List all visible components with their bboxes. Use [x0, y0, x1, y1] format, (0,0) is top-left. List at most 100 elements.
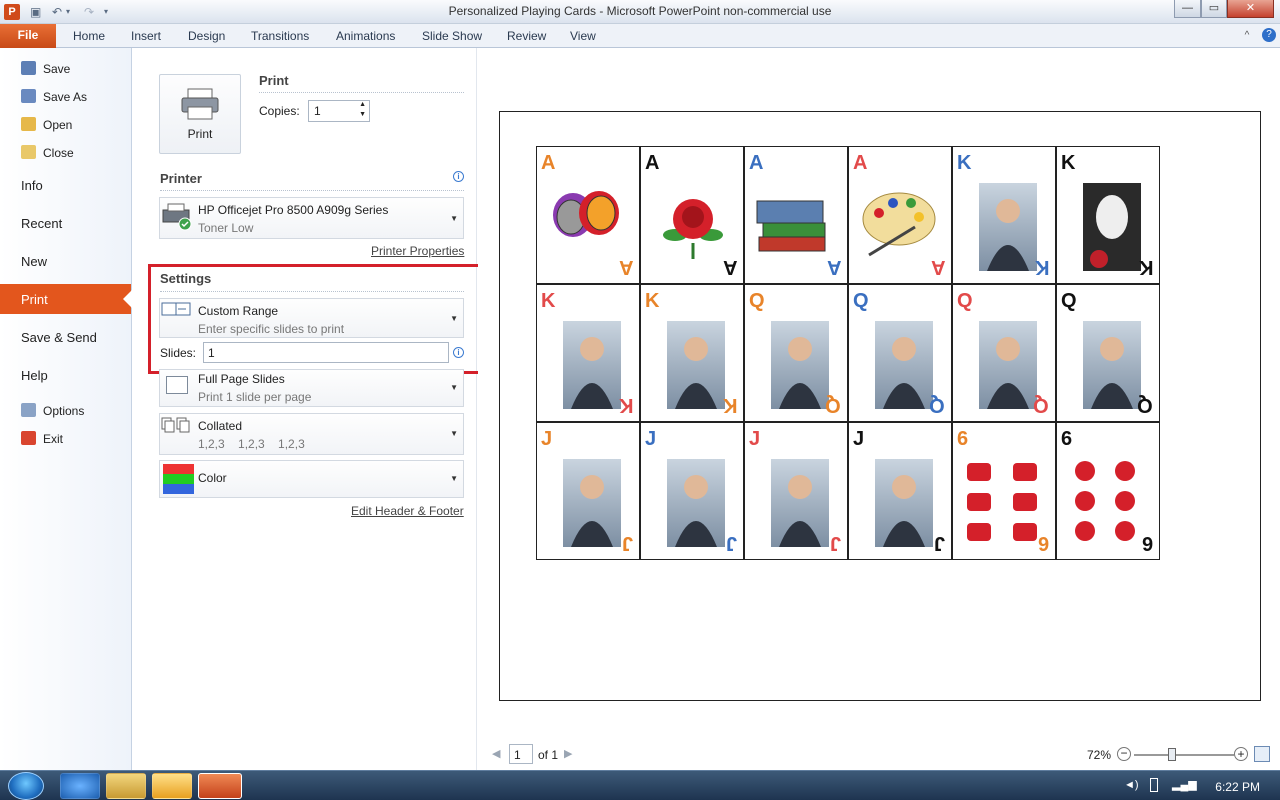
minimize-button[interactable]: — [1174, 0, 1201, 18]
tab-file[interactable]: File [0, 24, 56, 48]
file-explorer-icon[interactable] [106, 773, 146, 799]
internet-explorer-icon[interactable] [60, 773, 100, 799]
save-icon [21, 61, 36, 75]
printer-info-icon[interactable]: i [453, 171, 464, 182]
preview-status-bar: ◀ 1 of 1 ▶ 72% − + [478, 742, 1280, 768]
tab-slide-show[interactable]: Slide Show [422, 29, 482, 43]
slides-input[interactable]: 1 [203, 342, 449, 363]
playing-card: JJ [640, 422, 744, 560]
color-dropdown[interactable]: Color ▼ [159, 460, 464, 498]
copies-spinner[interactable]: 1 ▲ ▼ [308, 100, 370, 122]
powerpoint-taskbar-icon[interactable] [198, 773, 242, 799]
card-rank: 6 [1061, 428, 1073, 450]
playing-card: AA [848, 146, 952, 284]
range-title: Custom Range [198, 304, 279, 318]
zoom-slider[interactable] [1134, 748, 1234, 761]
printer-properties-link[interactable]: Printer Properties [371, 244, 464, 258]
slides-info-icon[interactable]: i [453, 347, 464, 358]
zoom-out-icon[interactable]: − [1117, 747, 1131, 761]
card-rank-inverted: Q [929, 394, 945, 416]
selected-arrow-icon [123, 290, 132, 308]
next-page-icon[interactable]: ▶ [564, 747, 572, 760]
preview-page: AAAAAAAAKKKKKKKKQQQQQQQQJJJJJJJJ6666 [499, 111, 1261, 701]
print-preview-area: AAAAAAAAKKKKKKKKQQQQQQQQJJJJJJJJ6666 [478, 48, 1280, 770]
help-icon[interactable]: ? [1262, 28, 1276, 42]
card-rank: K [645, 290, 660, 312]
zoom-to-page-icon[interactable] [1254, 746, 1270, 762]
color-icon [163, 464, 194, 494]
print-range-dropdown[interactable]: Custom Range Enter specific slides to pr… [159, 298, 464, 338]
layout-description: Print 1 slide per page [198, 390, 312, 404]
spin-down-icon[interactable]: ▼ [359, 111, 366, 118]
playing-card: KK [536, 284, 640, 422]
nav-help[interactable]: Help [0, 360, 131, 390]
card-rank-inverted: A [826, 256, 841, 278]
playing-card: 66 [952, 422, 1056, 560]
chevron-down-icon: ▼ [450, 214, 458, 223]
nav-info[interactable]: Info [0, 170, 131, 200]
print-heading-divider [259, 92, 464, 93]
nav-save-send[interactable]: Save & Send [0, 322, 131, 352]
restore-button[interactable]: ▭ [1201, 0, 1227, 18]
copies-value: 1 [314, 104, 321, 118]
slides-value: 1 [208, 346, 215, 360]
nav-save-as-label: Save As [43, 90, 88, 104]
card-rank-inverted: J [933, 532, 945, 554]
collapse-ribbon-icon[interactable]: ^ [1240, 29, 1254, 43]
zoom-level[interactable]: 72% [1087, 748, 1111, 762]
print-button[interactable]: Print [159, 74, 241, 154]
nav-save-as[interactable]: Save As [0, 84, 131, 108]
close-folder-icon [21, 145, 36, 159]
volume-icon[interactable]: ◄) [1124, 779, 1139, 791]
playing-card: JJ [536, 422, 640, 560]
nav-print[interactable]: Print [0, 284, 132, 314]
nav-recent-label: Recent [21, 216, 63, 231]
tab-design[interactable]: Design [188, 29, 225, 43]
tab-transitions[interactable]: Transitions [251, 29, 309, 43]
media-player-icon[interactable] [152, 773, 192, 799]
backstage-navigation: Save Save As Open Close Info Recent New … [0, 48, 132, 770]
playing-card: JJ [744, 422, 848, 560]
edit-header-footer-link[interactable]: Edit Header & Footer [351, 504, 464, 518]
layout-title: Full Page Slides [198, 372, 285, 386]
windows-start-button[interactable] [8, 772, 44, 800]
playing-card: AA [640, 146, 744, 284]
collation-dropdown[interactable]: Collated 1,2,3 1,2,3 1,2,3 ▼ [159, 413, 464, 455]
card-rank-inverted: A [722, 256, 737, 278]
card-rank: J [645, 428, 657, 450]
nav-exit[interactable]: Exit [0, 426, 131, 450]
nav-close-label: Close [43, 146, 74, 160]
windows-taskbar: ◄) ▂▄▆ 6:22 PM [0, 770, 1280, 800]
nav-options[interactable]: Options [0, 398, 131, 422]
previous-page-icon[interactable]: ◀ [492, 747, 500, 760]
spin-up-icon[interactable]: ▲ [359, 101, 366, 108]
settings-heading: Settings [160, 271, 212, 286]
layout-dropdown[interactable]: Full Page Slides Print 1 slide per page … [159, 369, 464, 407]
zoom-in-icon[interactable]: + [1234, 747, 1248, 761]
tab-animations[interactable]: Animations [336, 29, 395, 43]
printer-dropdown[interactable]: HP Officejet Pro 8500 A909g Series Toner… [159, 197, 464, 239]
nav-save[interactable]: Save [0, 56, 131, 80]
tab-view[interactable]: View [570, 29, 596, 43]
nav-recent[interactable]: Recent [0, 208, 131, 238]
card-rank: K [541, 290, 556, 312]
tab-home[interactable]: Home [73, 29, 105, 43]
nav-new[interactable]: New [0, 246, 131, 276]
nav-print-label: Print [21, 292, 48, 307]
nav-new-label: New [21, 254, 48, 269]
battery-icon[interactable] [1150, 778, 1158, 792]
close-window-button[interactable]: ✕ [1227, 0, 1274, 18]
zoom-slider-thumb[interactable] [1168, 748, 1176, 761]
tab-review[interactable]: Review [507, 29, 546, 43]
tab-insert[interactable]: Insert [131, 29, 161, 43]
printer-heading-divider [160, 190, 464, 191]
nav-open[interactable]: Open [0, 112, 131, 136]
nav-close[interactable]: Close [0, 140, 131, 164]
playing-card: JJ [848, 422, 952, 560]
playing-card: KK [640, 284, 744, 422]
taskbar-clock[interactable]: 6:22 PM [1215, 780, 1260, 794]
network-signal-icon[interactable]: ▂▄▆ [1172, 778, 1197, 791]
nav-save-send-label: Save & Send [21, 330, 97, 345]
nav-help-label: Help [21, 368, 48, 383]
page-number-input[interactable]: 1 [509, 744, 533, 764]
